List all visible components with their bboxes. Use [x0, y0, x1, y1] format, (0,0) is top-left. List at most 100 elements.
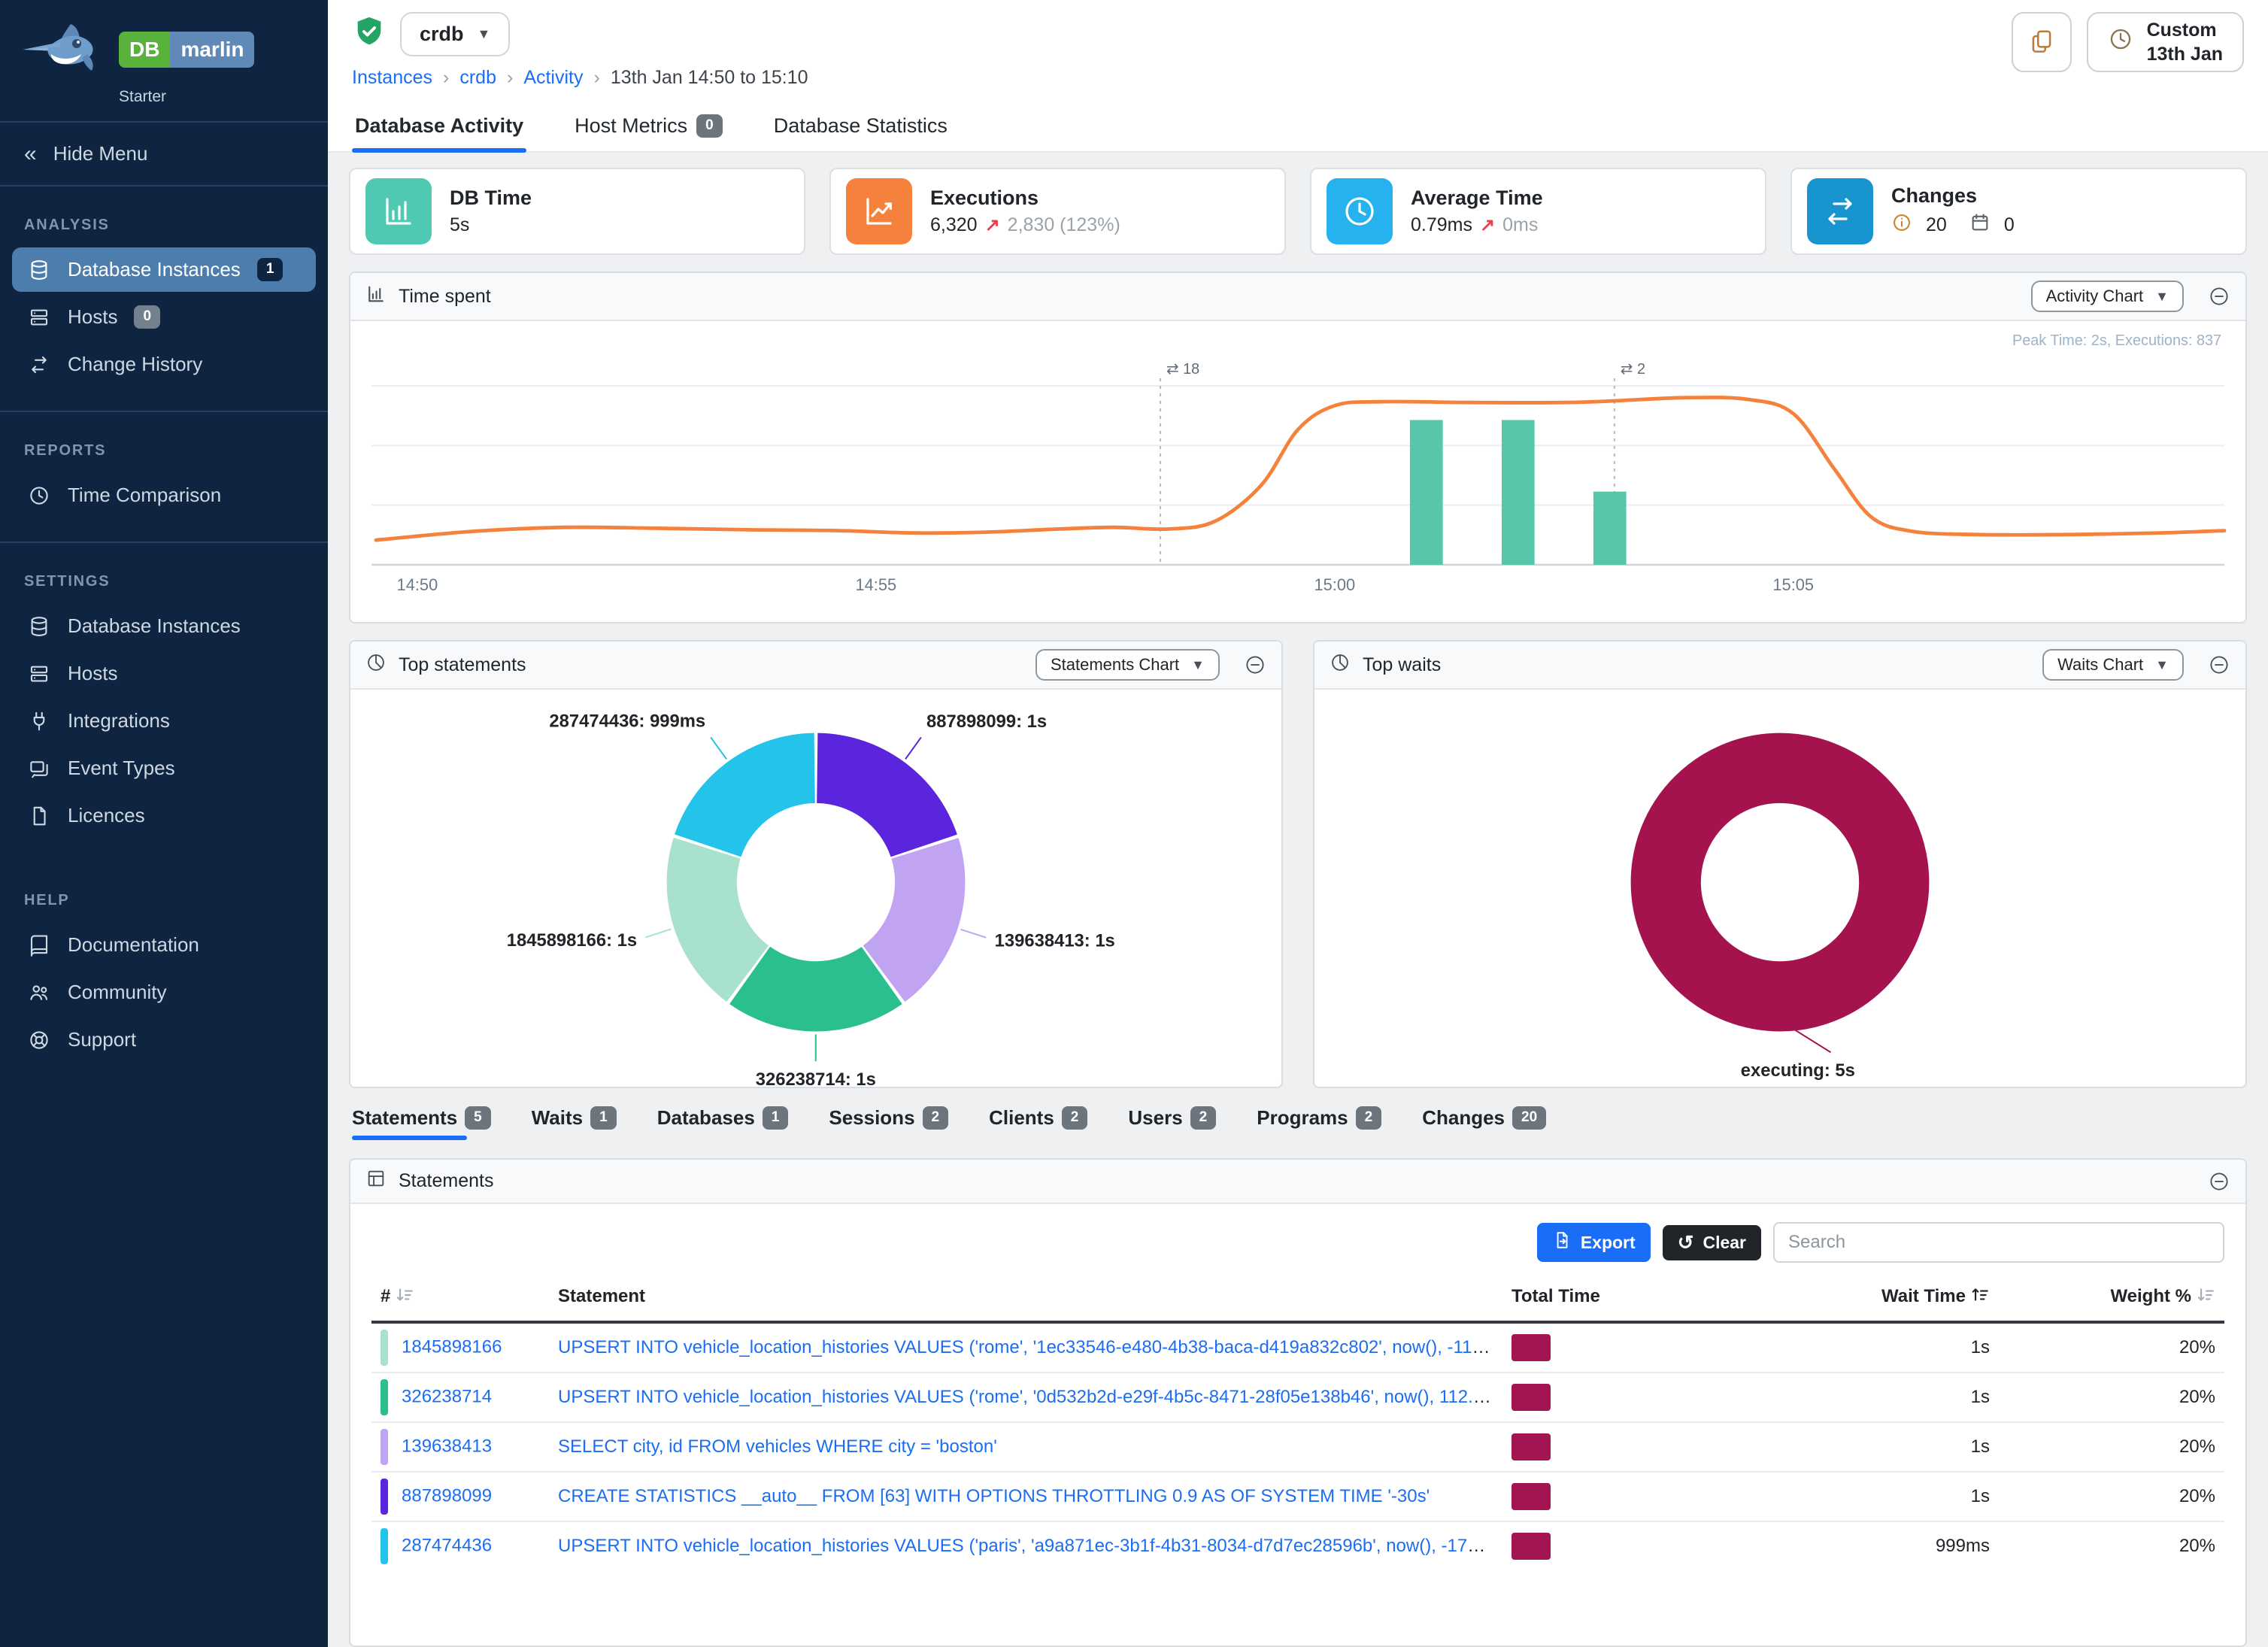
chevron-down-icon: ▼	[478, 26, 491, 42]
brand-tier: Starter	[119, 88, 310, 106]
time-spent-panel: Time spent Activity Chart▼ 14:5014:5515:…	[349, 271, 2247, 623]
svg-text:15:05: 15:05	[1772, 575, 1814, 594]
statement-id-link[interactable]: 326238714	[402, 1386, 492, 1406]
breadcrumb-crdb[interactable]: crdb	[459, 67, 496, 89]
statement-link[interactable]: UPSERT INTO vehicle_location_histories V…	[558, 1337, 1502, 1357]
table-row: 326238714 UPSERT INTO vehicle_location_hi…	[371, 1372, 2224, 1422]
calendar-icon	[1969, 212, 1991, 238]
detail-tab-badge: 5	[465, 1106, 491, 1130]
hosts-icon	[27, 663, 51, 685]
waits-chart-dropdown[interactable]: Waits Chart▼	[2042, 649, 2184, 681]
detail-tab-statements[interactable]: Statements5	[352, 1106, 491, 1142]
statement-id-link[interactable]: 887898099	[402, 1485, 492, 1506]
instance-selector[interactable]: crdb ▼	[400, 12, 510, 56]
column-header-total-time[interactable]: Total Time	[1502, 1272, 1728, 1322]
total-time-cell	[1502, 1322, 1728, 1372]
detail-tab-users[interactable]: Users2	[1128, 1106, 1216, 1142]
svg-text:1845898166: 1s: 1845898166: 1s	[507, 930, 637, 951]
column-header-weight-[interactable]: Weight %	[1999, 1272, 2224, 1322]
statement-link[interactable]: UPSERT INTO vehicle_location_histories V…	[558, 1387, 1502, 1407]
collapse-icon[interactable]	[2208, 654, 2230, 676]
pie-chart-icon	[365, 651, 387, 679]
total-time-cell	[1502, 1472, 1728, 1521]
waits-donut-chart[interactable]: executing: 5s	[1314, 690, 2245, 1087]
collapse-icon[interactable]	[2208, 1170, 2230, 1193]
brand-logo: DBmarlin Starter	[0, 0, 328, 121]
sidebar-item-hosts[interactable]: Hosts	[12, 651, 316, 696]
sidebar-item-support[interactable]: Support	[12, 1018, 316, 1062]
breadcrumb-13th-jan-14-50-to-15-10: 13th Jan 14:50 to 15:10	[611, 67, 808, 89]
statement-id-link[interactable]: 1845898166	[402, 1336, 502, 1357]
search-input[interactable]	[1773, 1222, 2224, 1263]
sidebar-item-time-comparison[interactable]: Time Comparison	[12, 473, 316, 517]
sidebar-item-database-instances[interactable]: Database Instances	[12, 604, 316, 648]
statements-chart-dropdown[interactable]: Statements Chart▼	[1035, 649, 1220, 681]
column-header-wait-time[interactable]: Wait Time	[1728, 1272, 1999, 1322]
export-button[interactable]: Export	[1537, 1223, 1651, 1262]
sidebar-item-change-history[interactable]: Change History	[12, 342, 316, 387]
sidebar-item-hosts[interactable]: Hosts0	[12, 295, 316, 339]
top-waits-panel: Top waits Waits Chart▼ executing: 5s	[1313, 640, 2247, 1088]
sidebar-heading: REPORTS	[24, 442, 304, 460]
svg-text:Peak Time: 2s, Executions: 837: Peak Time: 2s, Executions: 837	[2012, 332, 2221, 349]
table-row: 287474436 UPSERT INTO vehicle_location_hi…	[371, 1521, 2224, 1570]
statement-link[interactable]: CREATE STATISTICS __auto__ FROM [63] WIT…	[558, 1486, 1430, 1506]
detail-tab-badge: 2	[1062, 1106, 1088, 1130]
sidebar-item-community[interactable]: Community	[12, 970, 316, 1015]
svg-text:887898099: 1s: 887898099: 1s	[926, 711, 1047, 732]
clear-button[interactable]: ↺ Clear	[1663, 1225, 1761, 1260]
breadcrumb-separator: ›	[594, 67, 600, 89]
breadcrumb-activity[interactable]: Activity	[523, 67, 583, 89]
statements-table: #StatementTotal TimeWait TimeWeight % 18…	[371, 1272, 2224, 1570]
content-area: DB Time5sExecutions6,320↗2,830 (123%)Ave…	[328, 153, 2268, 1647]
collapse-icon[interactable]	[2208, 285, 2230, 308]
sidebar-item-licences[interactable]: Licences	[12, 793, 316, 838]
breadcrumb-instances[interactable]: Instances	[352, 67, 432, 89]
sidebar-item-database-instances[interactable]: Database Instances1	[12, 247, 316, 292]
statement-link[interactable]: UPSERT INTO vehicle_location_histories V…	[558, 1536, 1502, 1556]
statement-id-cell: 326238714	[371, 1372, 549, 1422]
detail-tab-sessions[interactable]: Sessions2	[829, 1106, 948, 1142]
database-icon	[27, 615, 51, 638]
statements-donut-chart[interactable]: 887898099: 1s139638413: 1s326238714: 1s1…	[350, 690, 1281, 1087]
activity-chart-dropdown[interactable]: Activity Chart▼	[2031, 281, 2184, 312]
total-time-bar	[1511, 1433, 1551, 1460]
statement-color-chip	[381, 1528, 388, 1564]
copy-link-button[interactable]	[2012, 12, 2072, 72]
info-icon	[1891, 212, 1912, 238]
metric-delta: 0ms	[1502, 214, 1538, 236]
tab-database-activity[interactable]: Database Activity	[352, 104, 526, 151]
time-spent-chart[interactable]: 14:5014:5515:0015:05⇄ 18⇄ 2Peak Time: 2s…	[350, 321, 2245, 622]
detail-tab-changes[interactable]: Changes20	[1422, 1106, 1546, 1142]
sidebar-item-integrations[interactable]: Integrations	[12, 699, 316, 743]
weight-cell: 20%	[1999, 1521, 2224, 1570]
tab-badge: 0	[696, 114, 723, 138]
detail-tab-databases[interactable]: Databases1	[657, 1106, 789, 1142]
plug-icon	[27, 710, 51, 733]
statements-panel: Statements Export ↺ Clear	[349, 1158, 2247, 1647]
collapse-icon[interactable]	[1244, 654, 1266, 676]
column-header-statement[interactable]: Statement	[549, 1272, 1502, 1322]
svg-text:executing: 5s: executing: 5s	[1741, 1060, 1855, 1081]
hide-menu-label: Hide Menu	[53, 142, 148, 165]
hide-menu-button[interactable]: « Hide Menu	[0, 123, 328, 185]
detail-tab-programs[interactable]: Programs2	[1257, 1106, 1381, 1142]
statement-id-link[interactable]: 287474436	[402, 1535, 492, 1555]
column-header--[interactable]: #	[371, 1272, 549, 1322]
metric-title: DB Time	[450, 187, 532, 210]
sidebar-item-event-types[interactable]: Event Types	[12, 746, 316, 790]
statement-id-link[interactable]: 139638413	[402, 1436, 492, 1456]
statement-link[interactable]: SELECT city, id FROM vehicles WHERE city…	[558, 1436, 997, 1457]
tab-database-statistics[interactable]: Database Statistics	[771, 104, 951, 151]
sidebar-item-documentation[interactable]: Documentation	[12, 923, 316, 967]
trend-up-icon: ↗	[1480, 214, 1495, 236]
sidebar-item-label: Change History	[68, 353, 202, 376]
chevron-down-icon: ▼	[2155, 657, 2169, 673]
sidebar-item-label: Database Instances	[68, 614, 241, 638]
time-range-button[interactable]: Custom 13th Jan	[2087, 12, 2244, 72]
sidebar-heading: SETTINGS	[24, 573, 304, 590]
tab-host-metrics[interactable]: Host Metrics0	[572, 104, 726, 151]
statement-text-cell: CREATE STATISTICS __auto__ FROM [63] WIT…	[549, 1472, 1502, 1521]
detail-tab-clients[interactable]: Clients2	[989, 1106, 1087, 1142]
detail-tab-waits[interactable]: Waits1	[532, 1106, 617, 1142]
